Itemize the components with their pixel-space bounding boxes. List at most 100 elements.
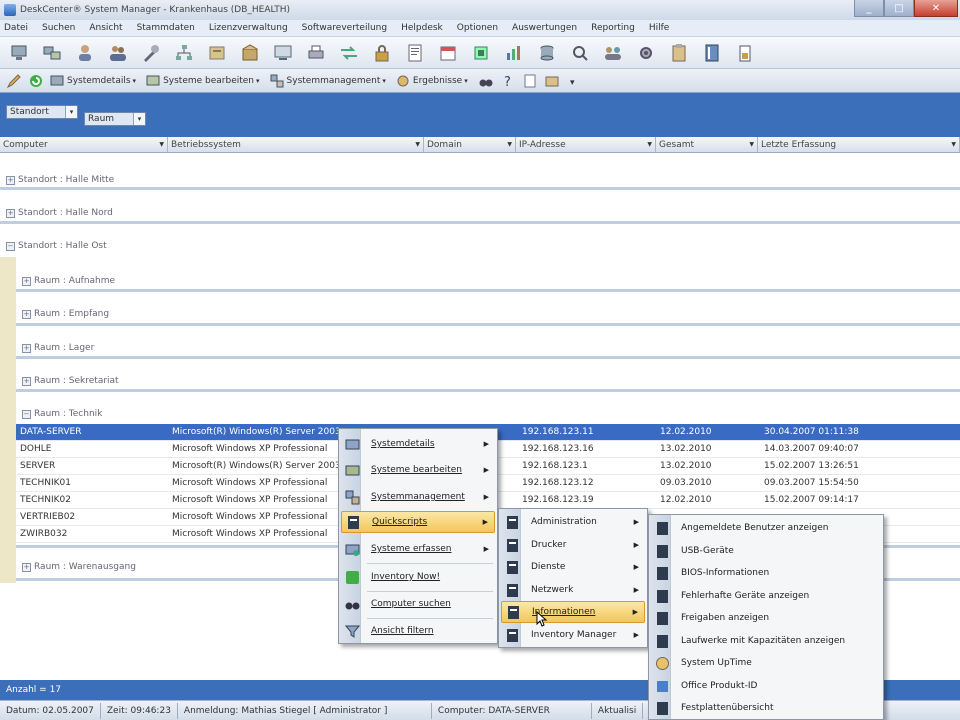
menu-item-informationen[interactable]: Informationen ▶ xyxy=(501,601,645,623)
filter-arrow-icon[interactable]: ▼ xyxy=(159,141,164,148)
menu-item-bios-informationen[interactable]: BIOS-Informationen xyxy=(651,562,881,584)
group-row-standort[interactable]: − Standort : Halle Ost xyxy=(6,237,107,255)
database-icon[interactable] xyxy=(536,42,558,64)
package-icon[interactable] xyxy=(239,42,261,64)
column-betriebssystem[interactable]: Betriebssystem ▼ xyxy=(168,137,424,152)
collapse-icon[interactable]: − xyxy=(22,409,31,419)
menu-softwareverteilung[interactable]: Softwareverteilung xyxy=(302,23,387,33)
computer-icon[interactable] xyxy=(8,42,30,64)
clipboard-icon[interactable] xyxy=(668,42,690,64)
systemdetails-button[interactable]: Systemdetails ▾ xyxy=(50,74,136,88)
users-icon[interactable] xyxy=(107,42,129,64)
report-icon[interactable] xyxy=(404,42,426,64)
menu-item-systemdetails[interactable]: Systemdetails ▶ xyxy=(341,433,495,455)
menu-item-netzwerk[interactable]: Netzwerk ▶ xyxy=(501,579,645,601)
systemmanagement-button[interactable]: Systemmanagement ▾ xyxy=(270,74,386,88)
export-icon[interactable] xyxy=(544,73,560,89)
filter-arrow-icon[interactable]: ▼ xyxy=(647,141,652,148)
group-icon[interactable] xyxy=(602,42,624,64)
edit-icon[interactable] xyxy=(6,73,22,89)
group-chip-standort[interactable]: Standort ▾ xyxy=(6,105,78,119)
ergebnisse-button[interactable]: Ergebnisse ▾ xyxy=(396,74,468,88)
menu-item-system-uptime[interactable]: System UpTime xyxy=(651,652,881,674)
group-row-raum[interactable]: + Raum : Sekretariat xyxy=(22,372,119,390)
menu-item-computer-suchen[interactable]: Computer suchen xyxy=(341,593,495,615)
group-row-raum[interactable]: + Raum : Warenausgang xyxy=(22,558,136,576)
group-row-raum[interactable]: − Raum : Technik xyxy=(22,405,102,423)
menu-reporting[interactable]: Reporting xyxy=(591,23,635,33)
page-icon[interactable] xyxy=(522,73,538,89)
column-computer[interactable]: Computer ▼ xyxy=(0,137,168,152)
scan-icon[interactable] xyxy=(569,42,591,64)
printer-icon[interactable] xyxy=(305,42,327,64)
calendar-icon[interactable] xyxy=(437,42,459,64)
menu-suchen[interactable]: Suchen xyxy=(42,23,75,33)
menu-auswertungen[interactable]: Auswertungen xyxy=(512,23,577,33)
filter-arrow-icon[interactable]: ▼ xyxy=(749,141,754,148)
menu-hilfe[interactable]: Hilfe xyxy=(649,23,669,33)
book-icon[interactable] xyxy=(701,42,723,64)
menu-item-festplattenuebersicht[interactable]: Festplattenübersicht xyxy=(651,697,881,719)
tree-icon[interactable] xyxy=(173,42,195,64)
systeme-bearbeiten-button[interactable]: Systeme bearbeiten ▾ xyxy=(146,74,260,88)
expand-icon[interactable]: + xyxy=(22,309,31,319)
filter-arrow-icon[interactable]: ▼ xyxy=(951,141,956,148)
menu-stammdaten[interactable]: Stammdaten xyxy=(137,23,195,33)
menu-item-systeme-erfassen[interactable]: Systeme erfassen ▶ xyxy=(341,538,495,560)
software-icon[interactable] xyxy=(206,42,228,64)
menu-ansicht[interactable]: Ansicht xyxy=(89,23,122,33)
lock-icon[interactable] xyxy=(371,42,393,64)
chevron-down-icon[interactable]: ▾ xyxy=(65,106,77,118)
binoculars-icon[interactable] xyxy=(478,73,494,89)
menu-item-systeme-bearbeiten[interactable]: Systeme bearbeiten ▶ xyxy=(341,459,495,481)
expand-icon[interactable]: + xyxy=(6,175,15,185)
filter-arrow-icon[interactable]: ▼ xyxy=(415,141,420,148)
menu-item-inventory-manager[interactable]: Inventory Manager ▶ xyxy=(501,624,645,646)
menu-item-freigaben-anzeigen[interactable]: Freigaben anzeigen xyxy=(651,607,881,629)
menu-item-laufwerke-kapazitaeten[interactable]: Laufwerke mit Kapazitäten anzeigen xyxy=(651,630,881,652)
menu-item-quickscripts[interactable]: Quickscripts ▶ xyxy=(341,511,495,533)
hardware-icon[interactable] xyxy=(470,42,492,64)
menu-item-office-produkt-id[interactable]: Office Produkt-ID xyxy=(651,675,881,697)
column-ip-adresse[interactable]: IP-Adresse ▼ xyxy=(516,137,656,152)
expand-icon[interactable]: + xyxy=(6,208,15,218)
menu-item-usb-geraete[interactable]: USB-Geräte xyxy=(651,540,881,562)
menu-item-fehlerhafte-geraete[interactable]: Fehlerhafte Geräte anzeigen xyxy=(651,585,881,607)
more-icon[interactable]: ▾ xyxy=(566,73,582,89)
menu-item-drucker[interactable]: Drucker ▶ xyxy=(501,534,645,556)
filter-arrow-icon[interactable]: ▼ xyxy=(507,141,512,148)
menu-optionen[interactable]: Optionen xyxy=(457,23,498,33)
chevron-down-icon[interactable]: ▾ xyxy=(133,113,145,125)
close-button[interactable]: ✕ xyxy=(914,0,958,17)
column-domain[interactable]: Domain ▼ xyxy=(424,137,516,152)
battery-icon[interactable] xyxy=(734,42,756,64)
expand-icon[interactable]: + xyxy=(22,276,31,286)
menu-item-dienste[interactable]: Dienste ▶ xyxy=(501,556,645,578)
menu-lizenzverwaltung[interactable]: Lizenzverwaltung xyxy=(209,23,288,33)
monitor-icon[interactable] xyxy=(272,42,294,64)
expand-icon[interactable]: + xyxy=(22,376,31,386)
menu-item-inventory-now[interactable]: Inventory Now! xyxy=(341,566,495,588)
maximize-button[interactable]: □ xyxy=(884,0,914,17)
menu-item-angemeldete-benutzer[interactable]: Angemeldete Benutzer anzeigen xyxy=(651,517,881,539)
menu-item-ansicht-filtern[interactable]: Ansicht filtern xyxy=(341,620,495,642)
group-row-raum[interactable]: + Raum : Lager xyxy=(22,339,94,357)
transfer-icon[interactable] xyxy=(338,42,360,64)
collapse-icon[interactable]: − xyxy=(6,241,15,251)
column-letzte-erfassung[interactable]: Letzte Erfassung ▼ xyxy=(758,137,960,152)
group-chip-raum[interactable]: Raum ▾ xyxy=(84,112,146,126)
network-icon[interactable] xyxy=(41,42,63,64)
menu-item-administration[interactable]: Administration ▶ xyxy=(501,511,645,533)
menu-datei[interactable]: Datei xyxy=(4,23,28,33)
minimize-button[interactable]: _ xyxy=(854,0,884,17)
group-row-raum[interactable]: + Raum : Aufnahme xyxy=(22,272,115,290)
tools-icon[interactable] xyxy=(140,42,162,64)
group-row-standort[interactable]: + Standort : Halle Nord xyxy=(6,204,113,222)
refresh-icon[interactable] xyxy=(28,73,44,89)
expand-icon[interactable]: + xyxy=(22,343,31,353)
menu-item-systemmanagement[interactable]: Systemmanagement ▶ xyxy=(341,486,495,508)
column-gesamt[interactable]: Gesamt ▼ xyxy=(656,137,758,152)
chart-icon[interactable] xyxy=(503,42,525,64)
settings-icon[interactable] xyxy=(635,42,657,64)
help-icon[interactable]: ? xyxy=(500,73,516,90)
